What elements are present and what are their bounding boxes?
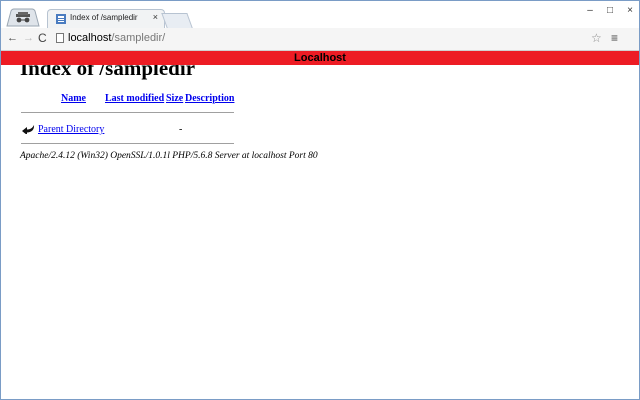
browser-toolbar: ← → C localhost/sampledir/ ☆ ≡ bbox=[1, 28, 639, 51]
column-header-description[interactable]: Description bbox=[185, 93, 234, 104]
tab-index-of-sampledir[interactable]: Index of /sampledir × bbox=[47, 9, 165, 28]
browser-window: Index of /sampledir × – □ × ← → C localh… bbox=[0, 0, 640, 400]
reload-icon[interactable]: C bbox=[38, 31, 47, 45]
minimize-button[interactable]: – bbox=[581, 4, 599, 18]
close-window-button[interactable]: × bbox=[621, 4, 639, 18]
url-path: /sampledir/ bbox=[111, 32, 166, 44]
menu-icon[interactable]: ≡ bbox=[611, 31, 618, 45]
server-signature: Apache/2.4.12 (Win32) OpenSSL/1.0.1l PHP… bbox=[20, 151, 318, 161]
banner-text: Localhost bbox=[294, 52, 346, 64]
url-host: localhost bbox=[68, 32, 112, 44]
divider bbox=[21, 143, 234, 144]
incognito-profile-icon[interactable] bbox=[5, 7, 41, 27]
column-header-size[interactable]: Size bbox=[166, 93, 183, 104]
tab-title: Index of /sampledir bbox=[70, 13, 138, 22]
maximize-button[interactable]: □ bbox=[601, 4, 619, 18]
back-arrow-icon bbox=[22, 125, 35, 134]
back-arrow-icon[interactable]: ← bbox=[7, 32, 18, 44]
tab-close-icon[interactable]: × bbox=[153, 12, 158, 22]
column-header-name[interactable]: Name bbox=[61, 93, 86, 104]
forward-arrow-icon[interactable]: → bbox=[23, 32, 34, 44]
bookmark-star-icon[interactable]: ☆ bbox=[591, 31, 602, 45]
page-content: Localhost Index of /sampledir Name Last … bbox=[1, 51, 639, 399]
address-bar[interactable]: localhost/sampledir/ bbox=[68, 32, 165, 44]
column-header-last-modified[interactable]: Last modified bbox=[105, 93, 164, 104]
title-bar: Index of /sampledir × – □ × bbox=[1, 1, 639, 28]
page-favicon-icon bbox=[56, 14, 66, 24]
row-size: - bbox=[179, 124, 183, 135]
new-tab-button[interactable] bbox=[161, 13, 193, 28]
page-info-icon[interactable] bbox=[56, 33, 64, 43]
localhost-banner: Localhost bbox=[1, 51, 639, 65]
divider bbox=[21, 112, 234, 113]
parent-directory-link[interactable]: Parent Directory bbox=[38, 124, 104, 135]
